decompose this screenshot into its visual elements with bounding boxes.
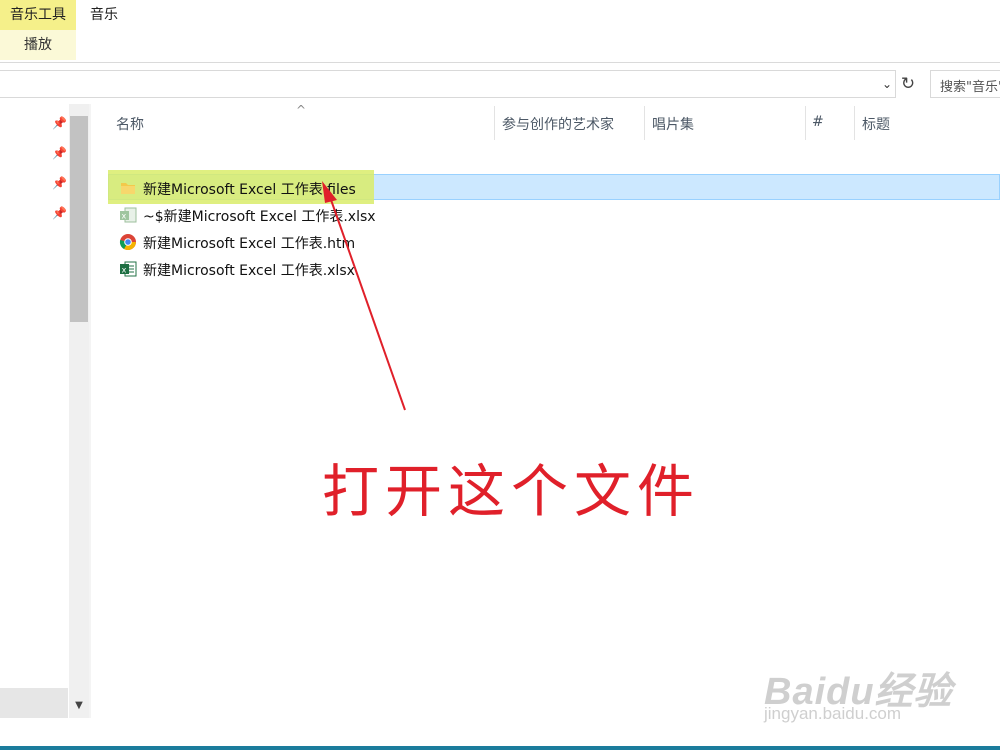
chrome-icon xyxy=(119,234,136,251)
nav-item-selected[interactable] xyxy=(0,688,68,718)
file-name: 新建Microsoft Excel 工作表.files xyxy=(143,182,356,198)
column-header-artist[interactable]: 参与创作的艺术家 xyxy=(502,114,614,134)
music-tab[interactable]: 音乐 xyxy=(90,4,118,24)
scroll-down-icon[interactable]: ▼ xyxy=(69,700,89,716)
column-divider[interactable] xyxy=(494,106,495,140)
scrollbar-thumb[interactable] xyxy=(70,116,88,322)
music-tools-tab[interactable]: 音乐工具 xyxy=(0,0,76,30)
navigation-pane: 📌 📌 📌 📌 xyxy=(0,104,68,690)
sort-ascending-icon: ^ xyxy=(296,103,307,117)
file-name: 新建Microsoft Excel 工作表.xlsx xyxy=(143,263,355,279)
file-row[interactable]: x ~$新建Microsoft Excel 工作表.xlsx xyxy=(108,202,1000,228)
annotation-arrow xyxy=(322,181,406,411)
pin-icon[interactable]: 📌 xyxy=(52,176,67,190)
annotation-text: 打开这个文件 xyxy=(322,459,700,525)
column-header-number[interactable]: # xyxy=(812,114,824,130)
refresh-icon[interactable]: ↻ xyxy=(897,70,919,98)
column-header-title[interactable]: 标题 xyxy=(862,114,890,134)
play-tab[interactable]: 播放 xyxy=(0,30,76,60)
search-placeholder: 搜索"音乐" xyxy=(940,80,1000,95)
file-name: 新建Microsoft Excel 工作表.htm xyxy=(143,236,356,252)
watermark-url: jingyan.baidu.com xyxy=(764,704,902,723)
file-name: ~$新建Microsoft Excel 工作表.xlsx xyxy=(143,209,376,225)
file-row[interactable]: 新建Microsoft Excel 工作表.files xyxy=(108,175,1000,201)
folder-icon xyxy=(121,183,135,194)
chevron-down-icon[interactable]: ⌄ xyxy=(878,74,896,94)
column-divider[interactable] xyxy=(854,106,855,140)
baidu-watermark: Baidu经验 jingyan.baidu.com xyxy=(764,660,953,723)
svg-text:x: x xyxy=(122,265,127,274)
column-header-name[interactable]: 名称 xyxy=(116,114,144,134)
ribbon xyxy=(0,0,1000,62)
address-bar[interactable] xyxy=(0,70,896,98)
file-row[interactable]: 新建Microsoft Excel 工作表.htm xyxy=(108,229,1000,255)
ribbon-divider xyxy=(0,62,1000,63)
file-row[interactable]: x 新建Microsoft Excel 工作表.xlsx xyxy=(108,256,1000,282)
taskbar-edge xyxy=(0,746,1000,750)
column-divider[interactable] xyxy=(644,106,645,140)
pin-icon[interactable]: 📌 xyxy=(52,146,67,160)
pin-icon[interactable]: 📌 xyxy=(52,206,67,220)
excel-temp-icon: x xyxy=(120,207,137,223)
column-divider[interactable] xyxy=(805,106,806,140)
pin-icon[interactable]: 📌 xyxy=(52,116,67,130)
column-header-album[interactable]: 唱片集 xyxy=(652,114,694,134)
pane-divider xyxy=(89,104,91,718)
svg-text:x: x xyxy=(122,212,127,221)
excel-icon: x xyxy=(120,261,137,277)
search-input[interactable]: 搜索"音乐" xyxy=(930,70,1000,98)
